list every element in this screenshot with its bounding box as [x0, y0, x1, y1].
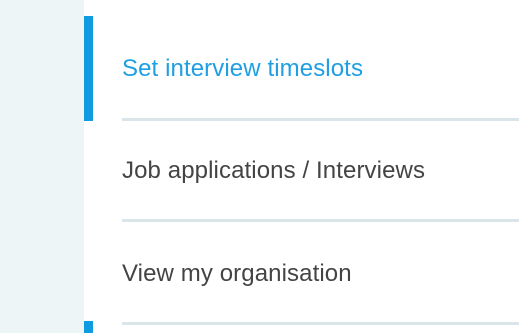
active-item-indicator: [84, 16, 93, 121]
next-item-indicator: [84, 321, 93, 333]
navigation-page: Set interview timeslots Job applications…: [0, 0, 519, 333]
left-sidebar-panel: [0, 0, 84, 333]
menu-item-label: View my organisation: [122, 260, 352, 287]
menu-item-set-interview-timeslots[interactable]: Set interview timeslots: [122, 0, 519, 121]
menu-item-view-my-organisation[interactable]: View my organisation: [122, 222, 519, 325]
sidebar-menu: Set interview timeslots Job applications…: [122, 0, 519, 333]
menu-item-label: Set interview timeslots: [122, 55, 364, 82]
menu-item-job-applications-interviews[interactable]: Job applications / Interviews: [122, 121, 519, 222]
menu-divider: [122, 322, 519, 325]
menu-item-label: Job applications / Interviews: [122, 157, 426, 184]
